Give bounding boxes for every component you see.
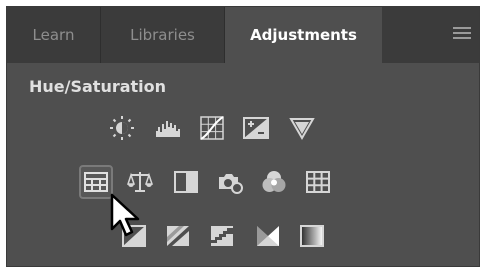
levels-icon[interactable] [151,111,185,145]
color-lookup-icon[interactable] [301,165,335,199]
photo-filter-icon[interactable] [213,165,247,199]
exposure-icon[interactable] [239,111,273,145]
gradient-map-icon[interactable] [295,219,329,253]
brightness-contrast-icon[interactable] [105,111,139,145]
threshold-icon[interactable] [205,219,239,253]
hamburger-menu-icon[interactable] [453,27,471,41]
black-white-icon[interactable] [169,165,203,199]
section-title: Hue/Saturation [29,77,167,96]
vibrance-icon[interactable] [285,111,319,145]
hue-saturation-icon[interactable] [79,165,113,199]
posterize-icon[interactable] [161,219,195,253]
tab-learn[interactable]: Learn [7,7,101,63]
tab-libraries[interactable]: Libraries [101,7,225,63]
curves-icon[interactable] [195,111,229,145]
tab-adjustments[interactable]: Adjustments [225,7,383,63]
selective-color-icon[interactable] [251,219,285,253]
tab-bar: Learn Libraries Adjustments [7,7,479,63]
adjustments-panel: Learn Libraries Adjustments Hue/Saturati… [6,6,480,267]
mouse-cursor-icon [110,193,140,237]
channel-mixer-icon[interactable] [257,165,291,199]
